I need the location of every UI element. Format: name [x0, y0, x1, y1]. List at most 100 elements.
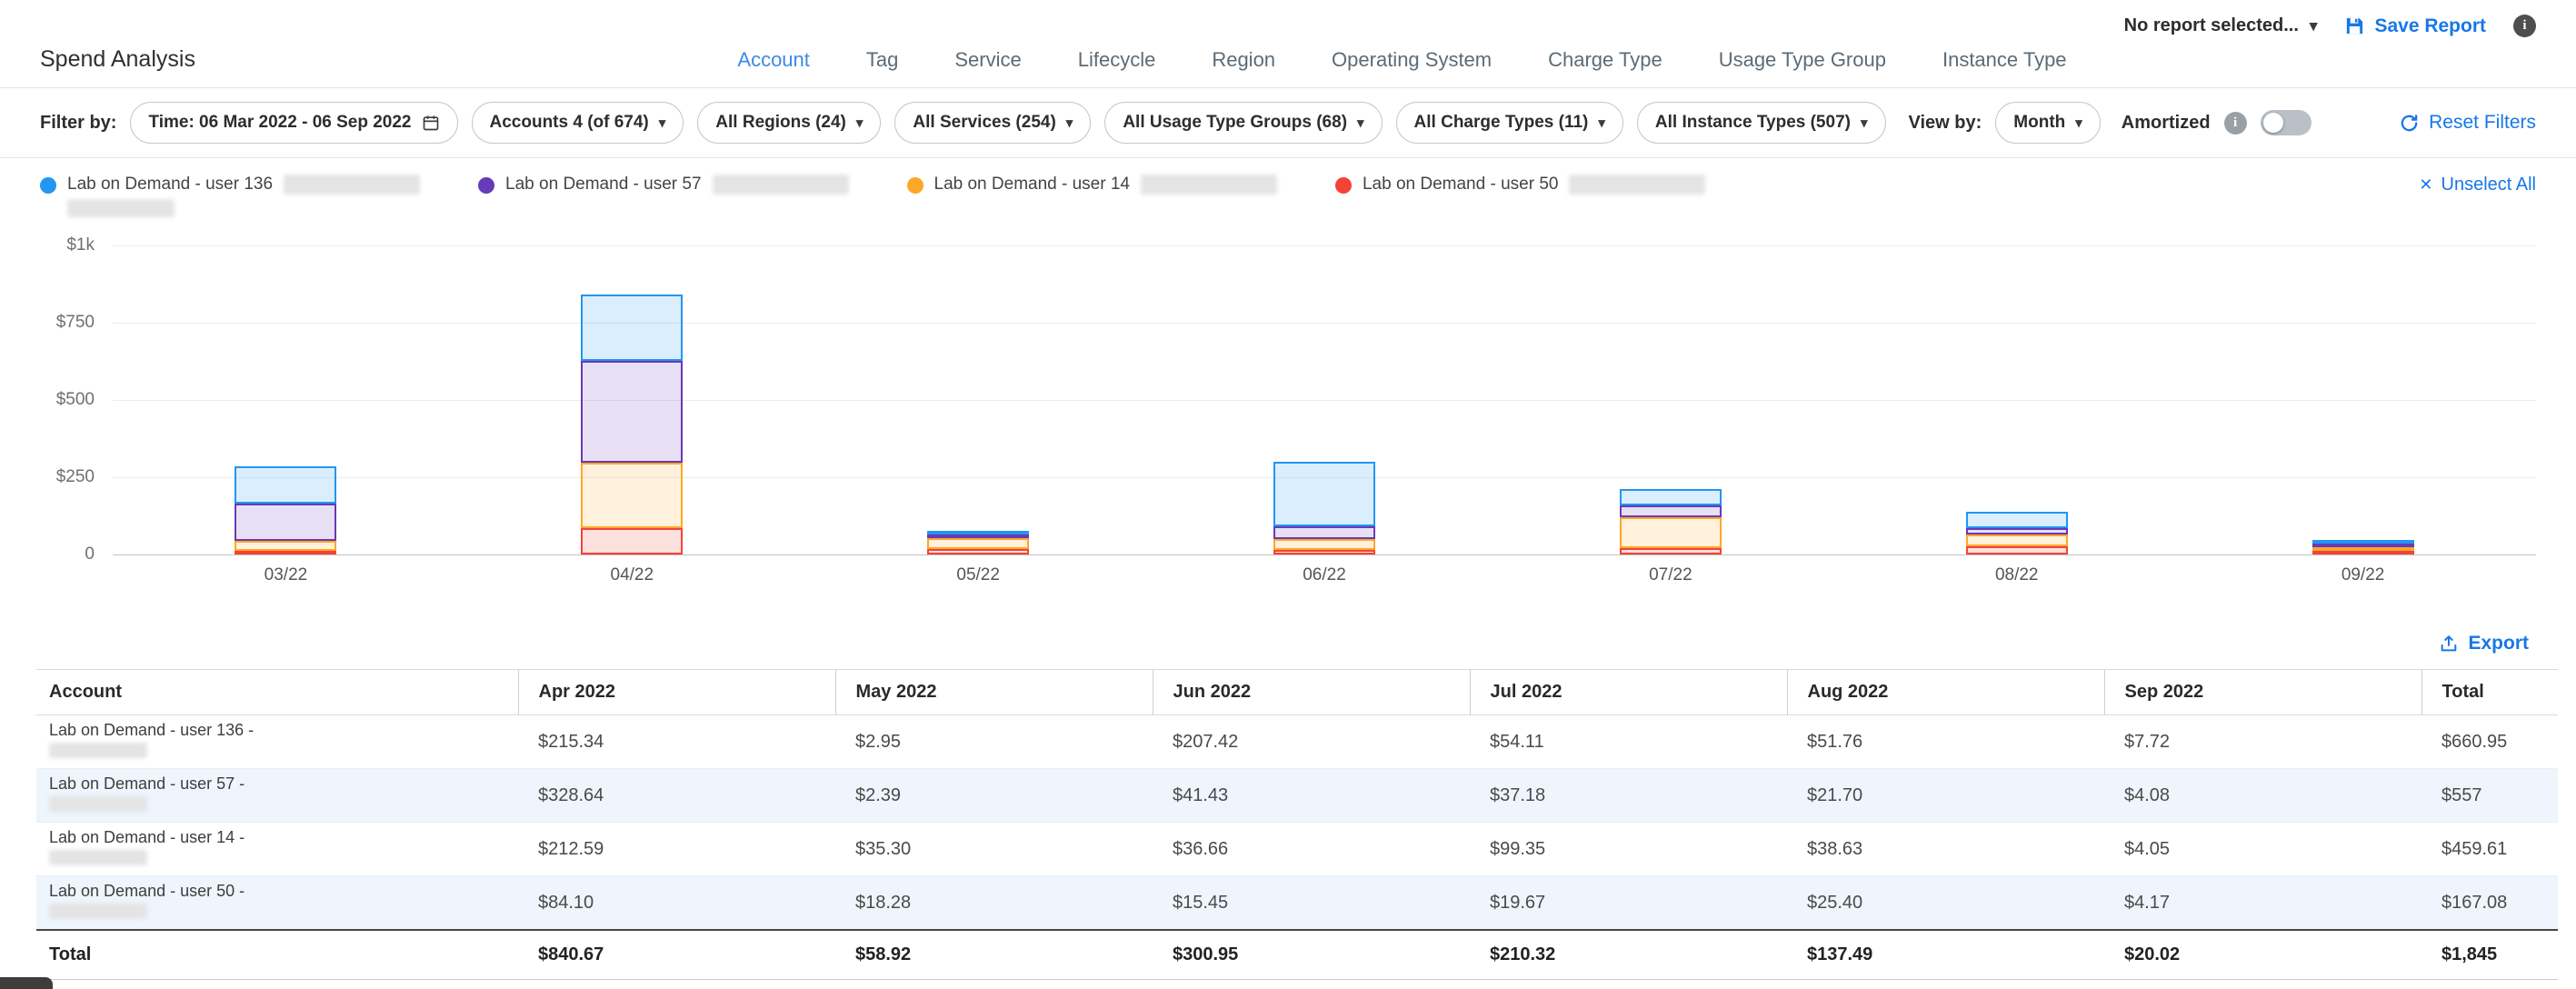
bar-04/22[interactable]	[581, 295, 683, 554]
bar-09/22[interactable]	[2312, 540, 2414, 554]
bar-segment[interactable]	[1273, 550, 1375, 554]
tab-region[interactable]: Region	[1212, 48, 1275, 72]
charge-types-filter-pill[interactable]: All Charge Types (11)▾	[1396, 102, 1623, 144]
unselect-all-button[interactable]: ✕ Unselect All	[2419, 175, 2536, 195]
tab-operating-system[interactable]: Operating System	[1332, 48, 1492, 72]
value-cell: $25.40	[1787, 876, 2104, 931]
value-cell: $15.45	[1153, 876, 1470, 931]
column-header[interactable]: Account	[36, 670, 518, 715]
bar-segment[interactable]	[1966, 512, 2068, 528]
y-axis-label: $250	[56, 467, 95, 487]
x-axis-label: 06/22	[1152, 565, 1498, 585]
table-row[interactable]: Lab on Demand - user 14 -$212.59$35.30$3…	[36, 823, 2558, 876]
column-header[interactable]: May 2022	[835, 670, 1153, 715]
total-value: $58.92	[835, 930, 1153, 980]
legend-item[interactable]: Lab on Demand - user 50	[1335, 175, 1705, 195]
bar-segment[interactable]	[581, 463, 683, 528]
report-selector[interactable]: No report selected... ▾	[2124, 15, 2318, 36]
bar-segment[interactable]	[927, 549, 1029, 554]
value-cell: $41.43	[1153, 769, 1470, 823]
bar-segment[interactable]	[235, 551, 336, 554]
instance-types-filter-pill[interactable]: All Instance Types (507)▾	[1637, 102, 1886, 144]
bar-segment[interactable]	[1273, 539, 1375, 550]
column-header[interactable]: Apr 2022	[518, 670, 835, 715]
view-by-month-pill[interactable]: Month ▾	[1995, 102, 2101, 144]
redacted-text	[49, 743, 147, 758]
redacted-text	[49, 904, 147, 919]
accounts-filter-pill[interactable]: Accounts 4 (of 674)▾	[472, 102, 684, 144]
bar-segment[interactable]	[1273, 526, 1375, 539]
chevron-down-icon: ▾	[2310, 17, 2318, 35]
regions-filter-pill[interactable]: All Regions (24)▾	[697, 102, 881, 144]
filter-pill-label: All Regions (24)	[715, 113, 846, 133]
bar-segment[interactable]	[1620, 505, 1722, 517]
table-row[interactable]: Lab on Demand - user 57 -$328.64$2.39$41…	[36, 769, 2558, 823]
bar-slot	[805, 245, 1152, 554]
services-filter-pill[interactable]: All Services (254)▾	[894, 102, 1091, 144]
bar-segment[interactable]	[1620, 548, 1722, 554]
chart-yaxis: $1k$750$500$2500	[40, 245, 113, 554]
legend-dot	[907, 177, 924, 194]
bar-segment[interactable]	[1966, 534, 2068, 546]
view-by-value: Month	[2013, 113, 2065, 133]
legend-item[interactable]: Lab on Demand - user 136	[40, 175, 420, 222]
bar-segment[interactable]	[235, 504, 336, 541]
column-header[interactable]: Sep 2022	[2104, 670, 2421, 715]
filter-by-label: Filter by:	[40, 113, 116, 134]
legend-item[interactable]: Lab on Demand - user 57	[478, 175, 848, 195]
total-value: $137.49	[1787, 930, 2104, 980]
table-row[interactable]: Lab on Demand - user 50 -$84.10$18.28$15…	[36, 876, 2558, 931]
legend-item[interactable]: Lab on Demand - user 14	[907, 175, 1277, 195]
bar-segment[interactable]	[1620, 489, 1722, 505]
tab-usage-type-group[interactable]: Usage Type Group	[1719, 48, 1886, 72]
bar-segment[interactable]	[581, 295, 683, 361]
export-icon	[2439, 634, 2459, 654]
x-axis-label: 05/22	[805, 565, 1152, 585]
bar-segment[interactable]	[1966, 546, 2068, 554]
table-total-row: Total$840.67$58.92$300.95$210.32$137.49$…	[36, 930, 2558, 980]
bar-segment[interactable]	[581, 361, 683, 463]
tab-charge-type[interactable]: Charge Type	[1548, 48, 1662, 72]
spend-table: AccountApr 2022May 2022Jun 2022Jul 2022A…	[36, 669, 2558, 980]
value-cell: $7.72	[2104, 715, 2421, 769]
amortized-toggle[interactable]	[2261, 110, 2311, 135]
tab-instance-type[interactable]: Instance Type	[1942, 48, 2067, 72]
tab-lifecycle[interactable]: Lifecycle	[1078, 48, 1156, 72]
usage-type-groups-filter-pill[interactable]: All Usage Type Groups (68)▾	[1104, 102, 1382, 144]
report-selector-label: No report selected...	[2124, 15, 2299, 36]
filter-pill-label: Accounts 4 (of 674)	[490, 113, 649, 133]
chevron-down-icon: ▾	[1066, 115, 1073, 131]
tab-account[interactable]: Account	[737, 48, 810, 72]
save-report-button[interactable]: Save Report	[2344, 15, 2486, 37]
bar-03/22[interactable]	[235, 466, 336, 554]
column-header[interactable]: Aug 2022	[1787, 670, 2104, 715]
bar-08/22[interactable]	[1966, 512, 2068, 554]
bar-segment[interactable]	[1273, 462, 1375, 526]
bar-segment[interactable]	[235, 466, 336, 504]
bar-segment[interactable]	[927, 538, 1029, 549]
column-header[interactable]: Jun 2022	[1153, 670, 1470, 715]
tab-service[interactable]: Service	[954, 48, 1021, 72]
bar-05/22[interactable]	[927, 531, 1029, 554]
bar-07/22[interactable]	[1620, 489, 1722, 554]
calendar-icon	[422, 114, 440, 132]
account-name: Lab on Demand - user 57 -	[49, 774, 511, 794]
bar-segment[interactable]	[1620, 517, 1722, 548]
export-button[interactable]: Export	[2439, 633, 2529, 654]
redacted-text	[67, 199, 175, 217]
time-filter-pill[interactable]: Time: 06 Mar 2022 - 06 Sep 2022	[130, 102, 457, 144]
column-header[interactable]: Total	[2421, 670, 2558, 715]
table-row[interactable]: Lab on Demand - user 136 -$215.34$2.95$2…	[36, 715, 2558, 769]
column-header[interactable]: Jul 2022	[1470, 670, 1787, 715]
reset-filters-button[interactable]: Reset Filters	[2399, 112, 2536, 134]
tab-tag[interactable]: Tag	[866, 48, 898, 72]
info-icon[interactable]: i	[2513, 15, 2536, 37]
info-icon[interactable]: i	[2224, 112, 2247, 135]
bar-segment[interactable]	[581, 528, 683, 554]
bar-slot	[113, 245, 459, 554]
bar-06/22[interactable]	[1273, 462, 1375, 554]
save-icon	[2344, 15, 2365, 36]
bar-segment[interactable]	[2312, 551, 2414, 554]
bar-segment[interactable]	[1966, 528, 2068, 534]
bar-segment[interactable]	[235, 541, 336, 551]
